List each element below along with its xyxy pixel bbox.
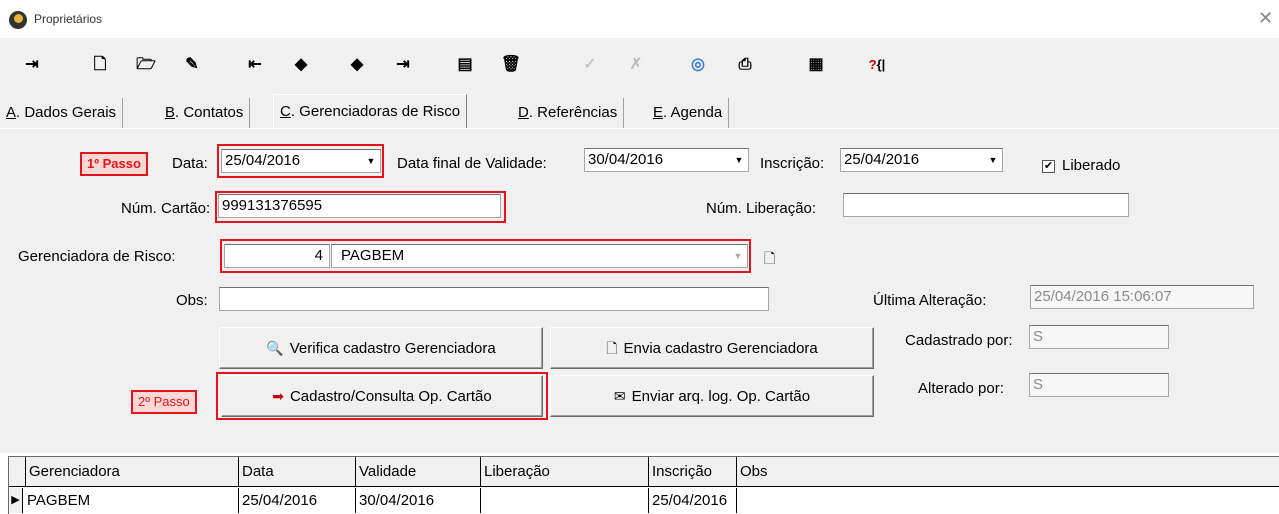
edit-icon[interactable]: ✎ (180, 53, 204, 77)
gerenciadora-label: Gerenciadora de Risco: (18, 248, 176, 265)
table-cell[interactable] (737, 488, 1037, 513)
envelope-icon: ✉ (613, 388, 626, 404)
tab-referencias[interactable]: D. Referências (512, 98, 625, 128)
table-cell[interactable]: 25/04/2016 (239, 488, 356, 513)
table-cell[interactable]: 25/04/2016 (649, 488, 737, 513)
verifica-cadastro-button[interactable]: 🔍 Verifica cadastro Gerenciadora (219, 327, 543, 369)
calculator-icon[interactable]: ▦ (804, 53, 828, 77)
highlight-data (217, 144, 384, 178)
alterado-por-field: S (1029, 373, 1169, 397)
new-icon: 🗋 (606, 340, 618, 356)
preview-icon[interactable]: ◎ (686, 53, 710, 77)
delete-icon[interactable]: 🗑 (499, 53, 523, 77)
step2-badge: 2º Passo (131, 390, 197, 414)
grid-header-data[interactable]: Data (239, 457, 356, 487)
step1-badge: 1º Passo (80, 152, 148, 176)
alterado-por-label: Alterado por: (918, 380, 1004, 397)
help-icon[interactable]: ?{| (865, 53, 889, 77)
liberado-label: Liberado (1062, 157, 1121, 174)
next-icon[interactable]: ◆ (345, 53, 369, 77)
liberado-checkbox[interactable]: ✔ (1042, 160, 1055, 173)
app-icon (9, 11, 27, 29)
num-liberacao-label: Núm. Liberação: (706, 200, 817, 217)
tab-gerenciadoras-de-risco[interactable]: C. Gerenciadoras de Risco (273, 94, 468, 128)
highlight-num-cartao (215, 191, 506, 223)
search-icon[interactable]: ▤ (453, 53, 477, 77)
chevron-down-icon[interactable]: ▼ (984, 149, 1002, 171)
exit-icon[interactable]: ⇥ (20, 53, 44, 77)
num-liberacao-field[interactable] (843, 193, 1129, 217)
grid-header-obs[interactable]: Obs (737, 457, 1279, 487)
enviar-log-button[interactable]: ✉ Enviar arq. log. Op. Cartão (550, 375, 874, 417)
inscricao-field[interactable]: 25/04/2016 ▼ (840, 148, 1003, 172)
title-bar (0, 0, 1279, 38)
highlight-gerenciadora (220, 239, 751, 273)
new-icon[interactable]: 🗋 (764, 248, 775, 272)
search-icon: 🔍 (266, 340, 284, 356)
tab-contatos[interactable]: B. Contatos (159, 98, 251, 128)
table-cell[interactable]: 30/04/2016 (356, 488, 481, 513)
highlight-cadastro-consulta (216, 372, 548, 420)
grid-header-liberacao[interactable]: Liberação (481, 457, 649, 487)
inscricao-label: Inscrição: (760, 155, 825, 172)
cadastrado-por-label: Cadastrado por: (905, 332, 1013, 349)
envia-cadastro-button[interactable]: 🗋 Envia cadastro Gerenciadora (550, 327, 874, 369)
data-final-label: Data final de Validade: (397, 155, 547, 172)
confirm-icon[interactable]: ✓ (578, 53, 602, 77)
last-icon[interactable]: ⇥ (391, 53, 415, 77)
data-label: Data: (172, 155, 208, 172)
ultima-alteracao-label: Última Alteração: (873, 292, 987, 309)
close-icon[interactable]: ✕ (1258, 8, 1273, 28)
ultima-alteracao-field: 25/04/2016 15:06:07 (1030, 285, 1254, 309)
print-icon[interactable]: ⎙ (733, 53, 757, 77)
chevron-down-icon[interactable]: ▼ (730, 149, 748, 171)
grid-header-validade[interactable]: Validade (356, 457, 481, 487)
tab-dados-gerais[interactable]: A. Dados Gerais (0, 98, 124, 128)
window-title: Proprietários (34, 12, 103, 26)
open-icon[interactable]: 🗁 (134, 53, 158, 77)
new-icon[interactable]: 🗋 (88, 53, 112, 77)
table-cell[interactable] (481, 488, 649, 513)
grid-corner (9, 457, 26, 487)
cadastrado-por-field: S (1029, 325, 1169, 349)
obs-field[interactable] (219, 287, 769, 311)
grid-header-inscricao[interactable]: Inscrição (649, 457, 737, 487)
grid-header-gerenciadora[interactable]: Gerenciadora (26, 457, 239, 487)
row-indicator-icon: ▶ (9, 488, 23, 513)
data-final-field[interactable]: 30/04/2016 ▼ (584, 148, 749, 172)
prev-icon[interactable]: ◆ (289, 53, 313, 77)
num-cartao-label: Núm. Cartão: (121, 200, 211, 217)
obs-label: Obs: (176, 292, 208, 309)
tab-agenda[interactable]: E. Agenda (647, 98, 730, 128)
first-icon[interactable]: ⇤ (243, 53, 267, 77)
cancel-icon[interactable]: ✗ (624, 53, 648, 77)
table-cell[interactable]: PAGBEM (24, 488, 239, 513)
